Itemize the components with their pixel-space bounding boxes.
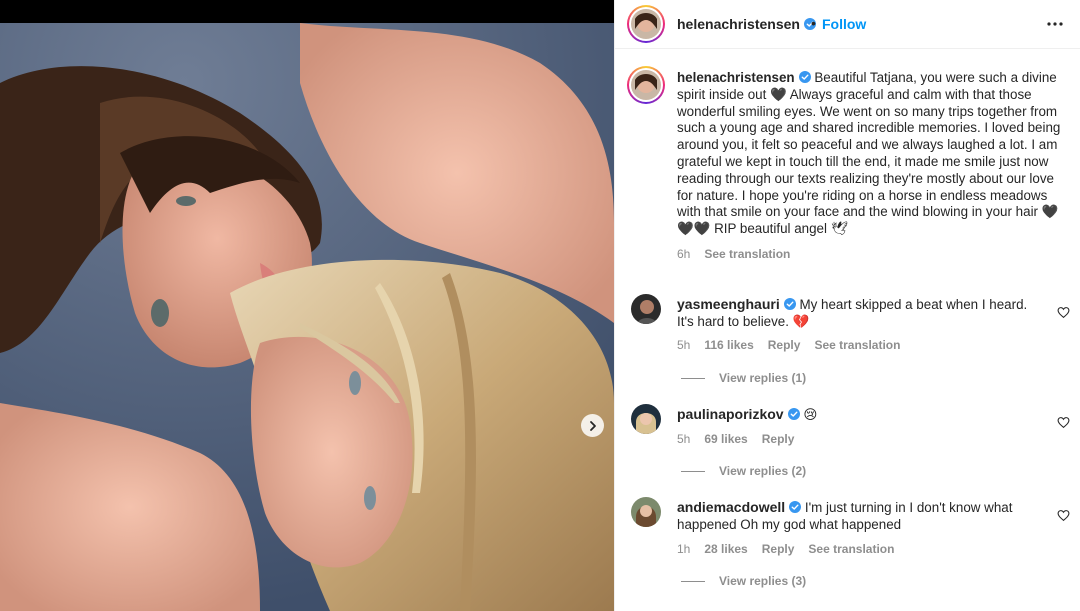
post-header: helenachristensen • Follow — [615, 0, 1080, 49]
author-avatar[interactable] — [627, 5, 665, 43]
commenter-avatar-image — [631, 294, 661, 324]
comment-meta: 5h 116 likes Reply See translation — [677, 338, 914, 352]
next-image-button[interactable] — [581, 414, 604, 437]
see-translation-link[interactable]: See translation — [814, 338, 900, 352]
view-replies-label[interactable]: View replies (2) — [719, 464, 806, 478]
view-replies-button[interactable]: View replies (2) — [681, 464, 806, 478]
comment-time[interactable]: 5h — [677, 338, 690, 352]
view-replies-label[interactable]: View replies (3) — [719, 574, 806, 588]
see-translation-link[interactable]: See translation — [808, 542, 894, 556]
heart-icon[interactable] — [1057, 306, 1070, 319]
commenter-avatar-image — [631, 404, 661, 434]
comment-likes[interactable]: 116 likes — [704, 338, 753, 352]
caption-time[interactable]: 6h — [677, 247, 690, 261]
photo-top-bar — [0, 0, 614, 23]
commenter-avatar[interactable] — [631, 404, 661, 434]
replies-line — [681, 470, 705, 472]
caption-avatar-image — [631, 70, 661, 100]
commenter-avatar[interactable] — [631, 497, 661, 527]
post-photo[interactable] — [0, 23, 614, 611]
post-photo-image — [0, 23, 614, 611]
commenter-avatar[interactable] — [631, 294, 661, 324]
caption-text: Beautiful Tatjana, you were such a divin… — [677, 70, 1061, 237]
more-options-icon[interactable] — [1045, 16, 1065, 32]
comment-meta: 5h 69 likes Reply — [677, 432, 808, 446]
chevron-right-icon — [589, 420, 596, 431]
verified-badge-icon — [789, 501, 802, 513]
replies-line — [681, 580, 705, 582]
commenter-username[interactable]: andiemacdowell — [677, 499, 785, 515]
follow-button[interactable]: Follow — [822, 16, 866, 32]
reply-button[interactable]: Reply — [762, 542, 795, 556]
verified-badge-icon — [787, 408, 800, 420]
comment-likes[interactable]: 69 likes — [704, 432, 747, 446]
caption-meta: 6h See translation — [677, 246, 1061, 263]
replies-line — [681, 377, 705, 379]
verified-badge-icon — [798, 71, 811, 83]
comments-panel: helenachristensen • Follow helenachriste… — [614, 0, 1080, 611]
separator-dot: • — [811, 15, 816, 31]
author-username[interactable]: helenachristensen — [677, 16, 816, 32]
commenter-username[interactable]: yasmeenghauri — [677, 296, 780, 312]
comment-time[interactable]: 5h — [677, 432, 690, 446]
comment-text: 😢 — [803, 407, 818, 422]
heart-icon[interactable] — [1057, 509, 1070, 522]
author-username-text[interactable]: helenachristensen — [677, 16, 800, 32]
heart-icon[interactable] — [1057, 416, 1070, 429]
caption-username[interactable]: helenachristensen — [677, 70, 795, 85]
view-replies-label[interactable]: View replies (1) — [719, 371, 806, 385]
view-replies-button[interactable]: View replies (3) — [681, 574, 806, 588]
commenter-avatar-image — [631, 497, 661, 527]
view-replies-button[interactable]: View replies (1) — [681, 371, 806, 385]
caption-author-avatar[interactable] — [627, 66, 665, 104]
commenter-username[interactable]: paulinaporizkov — [677, 406, 784, 422]
reply-button[interactable]: Reply — [768, 338, 801, 352]
see-translation-link[interactable]: See translation — [704, 247, 790, 261]
author-avatar-image — [631, 9, 661, 39]
verified-badge-icon — [783, 298, 796, 310]
reply-button[interactable]: Reply — [762, 432, 795, 446]
comment-likes[interactable]: 28 likes — [704, 542, 747, 556]
comment-time[interactable]: 1h — [677, 542, 690, 556]
comment-meta: 1h 28 likes Reply See translation — [677, 542, 908, 556]
